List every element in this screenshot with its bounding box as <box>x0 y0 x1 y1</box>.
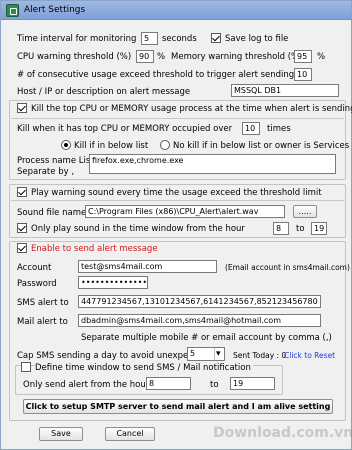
process-list-separator-label: Separate by , <box>17 167 75 177</box>
sent-today-label: Sent Today : 0 <box>233 351 287 360</box>
sound-from-hour-input[interactable]: 8 <box>273 222 289 235</box>
separate-note: Separate multiple mobile # or email acco… <box>81 333 332 343</box>
host-input[interactable]: MSSQL DB1 <box>231 84 339 97</box>
sms-alert-input[interactable]: 447791234567,13101234567,6141234567,8521… <box>78 295 321 308</box>
password-label: Password <box>17 279 57 289</box>
memory-threshold-input[interactable]: 95 <box>294 50 312 63</box>
send-to-hour-input[interactable]: 19 <box>230 377 275 390</box>
consecutive-label: # of consecutive usage exceed threshold … <box>17 70 295 80</box>
cancel-button[interactable]: Cancel <box>105 427 155 441</box>
cpu-threshold-label: CPU warning threshold (%) <box>17 52 132 62</box>
mail-alert-input[interactable]: dbadmin@sms4mail.com,sms4mail@hotmail.co… <box>78 314 321 327</box>
save-log-label: Save log to file <box>225 34 289 44</box>
app-icon <box>6 4 19 17</box>
title-bar[interactable]: Alert Settings <box>1 1 351 20</box>
save-log-checkbox[interactable] <box>211 33 221 43</box>
consecutive-input[interactable]: 10 <box>294 68 312 81</box>
time-window-label: Define time window to send SMS / Mail no… <box>35 363 253 373</box>
watermark: Download.com.vn <box>213 425 352 441</box>
account-label: Account <box>17 263 52 273</box>
cap-sms-select[interactable]: 5 <box>187 347 225 361</box>
time-window-checkbox[interactable] <box>21 362 31 372</box>
enable-alert-checkbox[interactable] <box>17 243 27 253</box>
sound-file-label: Sound file name <box>17 208 87 218</box>
window-title: Alert Settings <box>24 5 86 15</box>
memory-threshold-label: Memory warning threshold (%) <box>171 52 303 62</box>
play-sound-checkbox[interactable] <box>17 187 27 197</box>
kill-process-checkbox[interactable] <box>17 103 27 113</box>
account-input[interactable]: test@sms4mail.com <box>78 260 217 273</box>
send-from-hour-input[interactable]: 8 <box>146 377 191 390</box>
sound-time-window-checkbox[interactable] <box>17 223 27 233</box>
cpu-threshold-input[interactable]: 90 <box>136 50 154 63</box>
sms-alert-label: SMS alert to <box>17 298 69 308</box>
kill-when-label: Kill when it has top CPU or MEMORY occup… <box>17 124 233 134</box>
browse-sound-button[interactable]: ..... <box>293 205 317 218</box>
kill-when-unit: times <box>267 124 291 134</box>
reset-link[interactable]: Click to Reset <box>284 351 335 360</box>
interval-unit: seconds <box>162 34 197 44</box>
cpu-percent-label: % <box>157 52 166 62</box>
no-kill-label: No kill if in below list or owner is Ser… <box>173 141 350 151</box>
kill-when-input[interactable]: 10 <box>242 122 260 135</box>
interval-label: Time interval for monitoring <box>17 34 137 44</box>
sound-divider <box>11 200 344 201</box>
account-note: (Email account in sms4mail.com) <box>225 263 350 272</box>
kill-process-header: Kill the top CPU or MEMORY usage process… <box>31 104 352 114</box>
host-label: Host / IP or description on alert messag… <box>17 87 191 97</box>
cap-sms-value: 5 <box>190 349 196 358</box>
kill-divider <box>11 118 344 119</box>
send-to-label: to <box>210 380 219 390</box>
password-input[interactable]: ••••••••••••••• <box>78 276 148 289</box>
sound-file-input[interactable]: C:\Program Files (x86)\CPU_Alert\alert.w… <box>85 205 285 218</box>
kill-in-list-radio[interactable] <box>61 140 71 150</box>
chevron-down-icon <box>214 348 224 360</box>
alert-settings-window: Alert Settings Time interval for monitor… <box>0 0 352 450</box>
play-sound-header: Play warning sound every time the usage … <box>31 188 322 198</box>
process-list-label: Process name List <box>17 156 94 166</box>
memory-percent-label: % <box>317 52 326 62</box>
sound-time-window-label: Only play sound in the time window from … <box>31 224 245 234</box>
process-list-input[interactable]: firefox.exe,chrome.exe <box>89 154 336 174</box>
smtp-setup-button[interactable]: Click to setup SMTP server to send mail … <box>23 399 333 414</box>
cap-sms-label: Cap SMS sending a day to avoid unexpecte… <box>17 351 207 361</box>
no-kill-radio[interactable] <box>160 140 170 150</box>
enable-alert-header: Enable to send alert message <box>31 244 158 254</box>
save-button[interactable]: Save <box>39 427 83 441</box>
kill-in-list-label: Kill if in below list <box>74 141 149 151</box>
only-send-label: Only send alert from the hour <box>23 380 150 390</box>
interval-input[interactable]: 5 <box>141 32 158 45</box>
sound-to-label: to <box>296 224 305 234</box>
mail-alert-label: Mail alert to <box>17 317 68 327</box>
sound-to-hour-input[interactable]: 19 <box>311 222 327 235</box>
